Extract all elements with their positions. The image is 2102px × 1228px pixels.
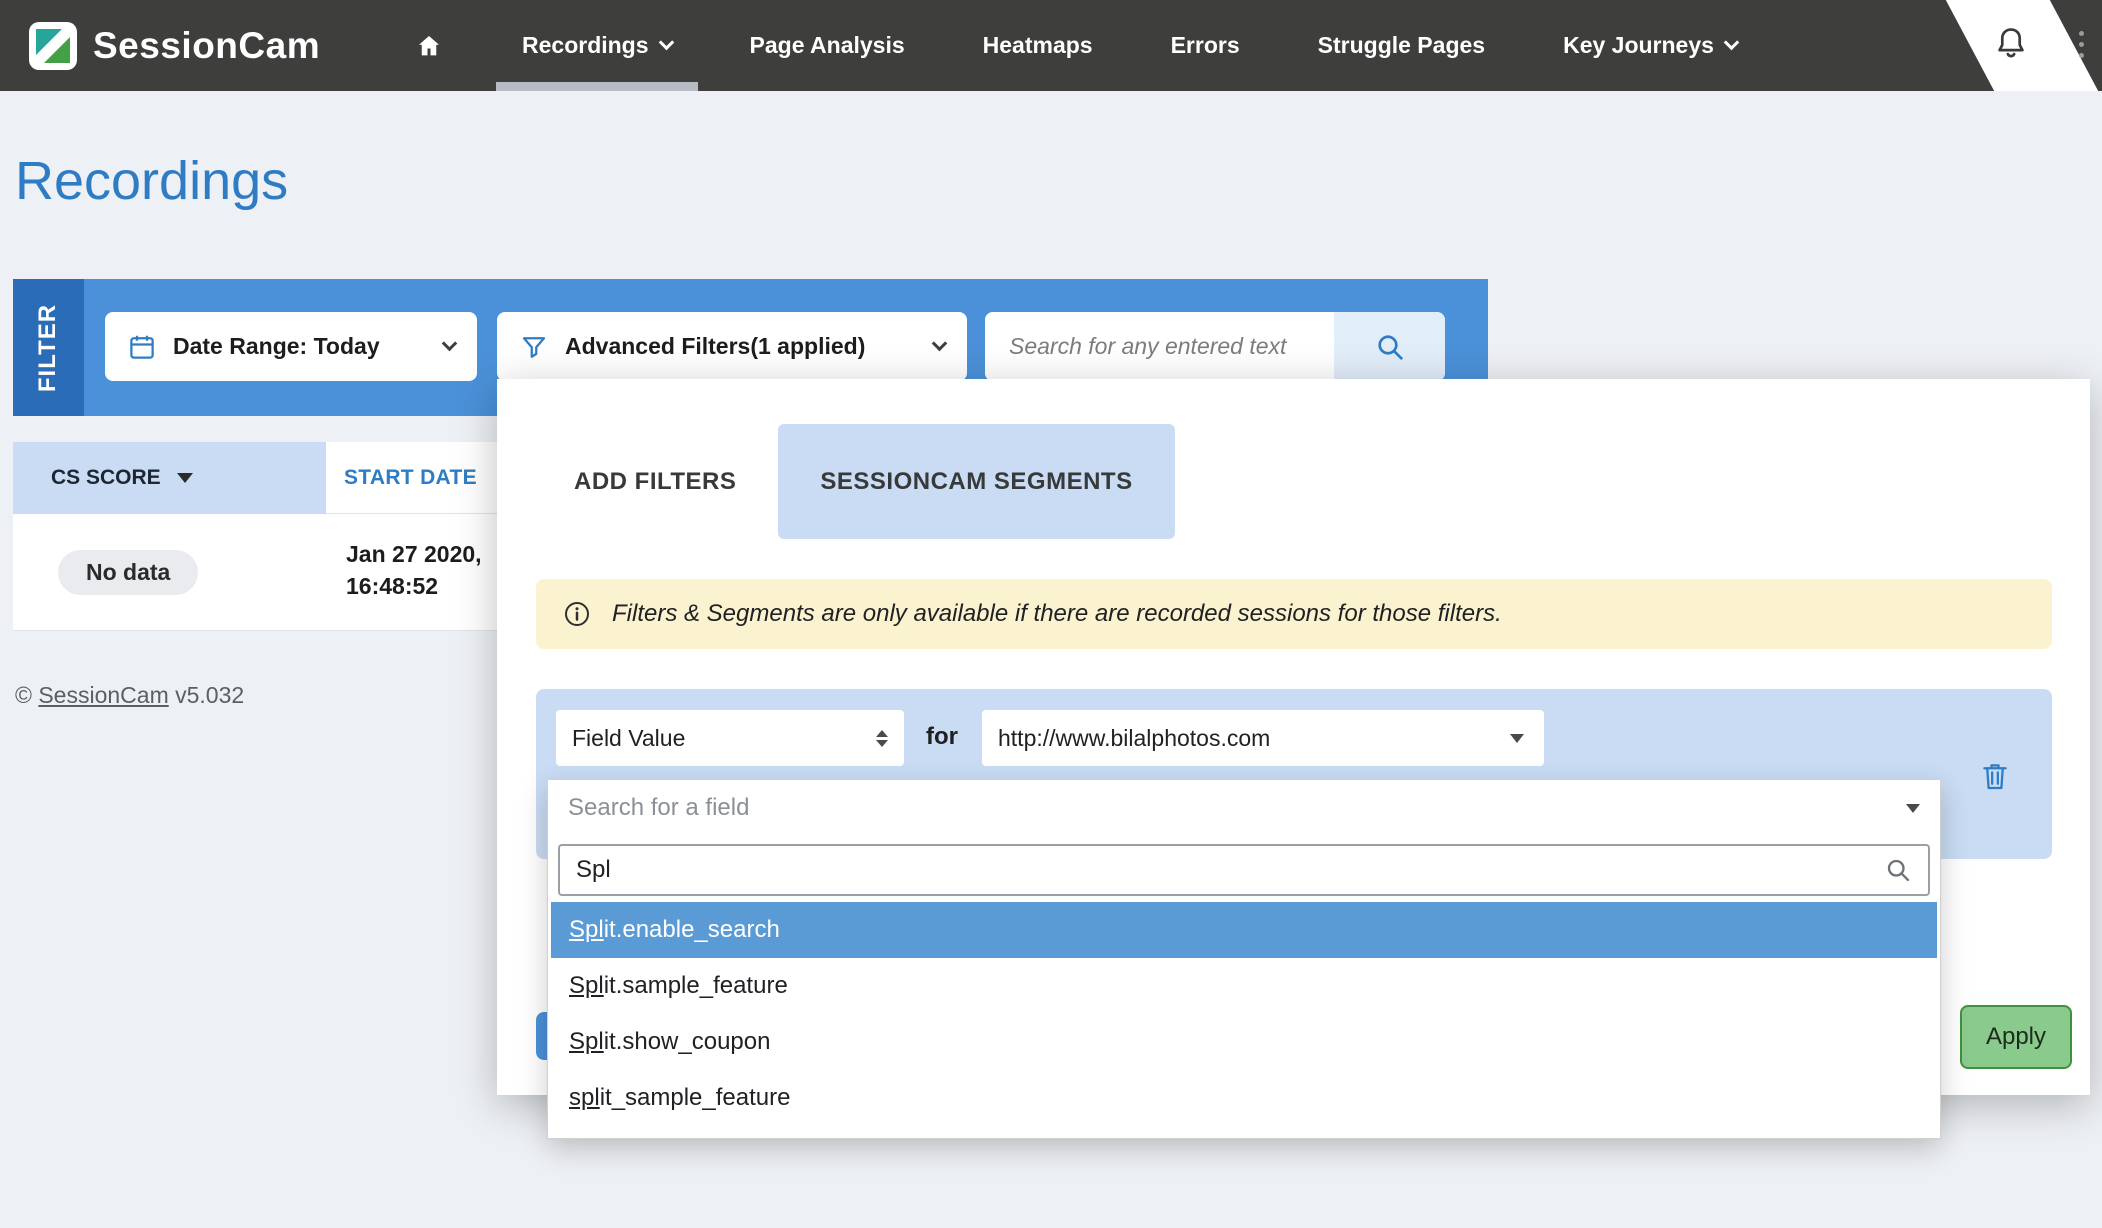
option-split-show-coupon[interactable]: Split.show_coupon: [551, 1014, 1937, 1070]
option-split-sample-feature-lower[interactable]: split_sample_feature: [551, 1070, 1937, 1126]
nav-heatmaps[interactable]: Heatmaps: [957, 0, 1119, 91]
cs-score-badge: No data: [58, 550, 198, 595]
info-icon: [562, 599, 592, 629]
field-type-select[interactable]: Field Value: [556, 710, 904, 766]
field-select-header[interactable]: Search for a field: [548, 780, 1940, 836]
tab-add-filters[interactable]: ADD FILTERS: [532, 424, 778, 539]
top-navigation: SessionCam Recordings Page Analysis Heat…: [0, 0, 2102, 91]
updown-icon: [876, 730, 888, 747]
delete-filter-button[interactable]: [1978, 759, 2012, 798]
search-icon: [1374, 331, 1406, 363]
cs-score-header-label: CS SCORE: [51, 466, 161, 490]
option-split-sample-feature[interactable]: Split.sample_feature: [551, 958, 1937, 1014]
nav-heatmaps-label: Heatmaps: [983, 32, 1093, 59]
field-search-box: [558, 844, 1930, 896]
field-combobox: Search for a field Split.enable_search S…: [547, 779, 1941, 1139]
nav-recordings-label: Recordings: [522, 32, 649, 59]
kebab-dot: [2079, 53, 2084, 58]
start-date-cell: Jan 27 2020, 16:48:52: [346, 538, 482, 602]
brand[interactable]: SessionCam: [27, 0, 320, 91]
start-date-line1: Jan 27 2020,: [346, 538, 482, 570]
footer: © SessionCam v5.032: [15, 682, 244, 709]
trash-icon: [1978, 759, 2012, 793]
kebab-dot: [2079, 42, 2084, 47]
chevron-down-icon: [932, 336, 948, 352]
site-select[interactable]: http://www.bilalphotos.com: [982, 710, 1544, 766]
for-label: for: [926, 723, 958, 751]
nav-struggle-pages-label: Struggle Pages: [1318, 32, 1485, 59]
advanced-filters-button[interactable]: Advanced Filters(1 applied): [497, 312, 967, 381]
nav-page-analysis-label: Page Analysis: [750, 32, 905, 59]
notice-text: Filters & Segments are only available if…: [612, 600, 1502, 628]
copyright-symbol: ©: [15, 682, 32, 708]
version-label: v5.032: [175, 682, 244, 708]
funnel-icon: [519, 332, 549, 362]
dropdown-arrow-icon: [1510, 734, 1524, 743]
nav-key-journeys-label: Key Journeys: [1563, 32, 1714, 59]
nav-page-analysis[interactable]: Page Analysis: [724, 0, 931, 91]
field-search-input[interactable]: [576, 856, 1884, 884]
chevron-down-icon: [442, 336, 458, 352]
kebab-dot: [2079, 31, 2084, 36]
column-header-start-date[interactable]: START DATE: [344, 442, 477, 514]
field-options-list: Split.enable_search Split.sample_feature…: [548, 902, 1940, 1126]
option-split-enable-search[interactable]: Split.enable_search: [551, 902, 1937, 958]
option-match-text: Spl: [569, 916, 604, 944]
tab-sessioncam-segments[interactable]: SESSIONCAM SEGMENTS: [778, 424, 1174, 539]
main-nav: Recordings Page Analysis Heatmaps Errors…: [388, 0, 1763, 91]
date-range-label: Date Range: Today: [173, 333, 380, 360]
search-input[interactable]: [985, 312, 1334, 381]
search-icon: [1884, 856, 1912, 884]
apply-button[interactable]: Apply: [1960, 1005, 2072, 1069]
option-rest-text: it.enable_search: [604, 916, 780, 944]
option-rest-text: it_sample_feature: [600, 1084, 791, 1112]
option-match-text: Spl: [569, 1028, 604, 1056]
option-match-text: Spl: [569, 972, 604, 1000]
brand-name: SessionCam: [93, 25, 320, 67]
sort-descending-icon: [177, 473, 193, 483]
info-notice: Filters & Segments are only available if…: [536, 579, 2052, 649]
filter-tab-label: FILTER: [35, 303, 63, 391]
nav-key-journeys[interactable]: Key Journeys: [1537, 0, 1763, 91]
bell-icon: [1992, 24, 2030, 62]
advanced-filters-panel: ADD FILTERS SESSIONCAM SEGMENTS Filters …: [497, 379, 2090, 1095]
advanced-filters-label: Advanced Filters(1 applied): [565, 333, 865, 360]
option-rest-text: it.sample_feature: [604, 972, 788, 1000]
field-type-value: Field Value: [572, 725, 685, 752]
start-date-line2: 16:48:52: [346, 570, 482, 602]
panel-tabs: ADD FILTERS SESSIONCAM SEGMENTS: [532, 424, 1175, 539]
notifications-button[interactable]: [1992, 24, 2030, 67]
field-select-placeholder: Search for a field: [568, 794, 749, 822]
nav-home[interactable]: [388, 0, 470, 91]
site-select-value: http://www.bilalphotos.com: [998, 725, 1270, 752]
option-match-text: spl: [569, 1084, 600, 1112]
nav-errors[interactable]: Errors: [1145, 0, 1266, 91]
column-header-cs-score[interactable]: CS SCORE: [13, 442, 326, 514]
date-range-button[interactable]: Date Range: Today: [105, 312, 477, 381]
filter-tab[interactable]: FILTER: [13, 279, 84, 416]
nav-struggle-pages[interactable]: Struggle Pages: [1292, 0, 1511, 91]
page-title: Recordings: [15, 150, 288, 212]
app-screen: SessionCam Recordings Page Analysis Heat…: [0, 0, 2102, 1228]
option-rest-text: it.show_coupon: [604, 1028, 771, 1056]
calendar-icon: [127, 332, 157, 362]
text-search: [985, 312, 1445, 381]
dropdown-arrow-icon: [1906, 804, 1920, 813]
chevron-down-icon: [1724, 35, 1740, 51]
chevron-down-icon: [658, 35, 674, 51]
nav-recordings[interactable]: Recordings: [496, 0, 698, 91]
sessioncam-logo-icon: [27, 20, 79, 72]
footer-sessioncam-link[interactable]: SessionCam: [38, 682, 168, 708]
overflow-menu-button[interactable]: [2073, 29, 2090, 60]
home-icon: [414, 31, 444, 61]
search-button[interactable]: [1334, 312, 1445, 381]
nav-errors-label: Errors: [1171, 32, 1240, 59]
